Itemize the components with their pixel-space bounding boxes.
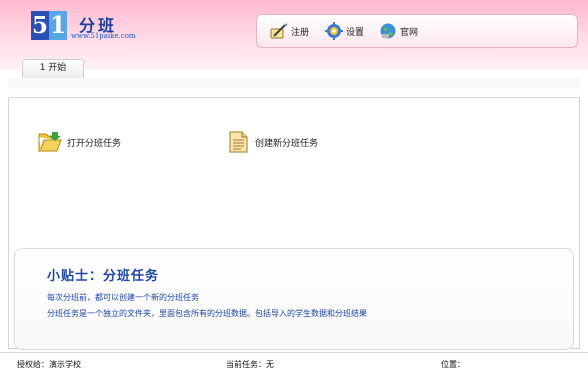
create-task-button[interactable]: 创建新分班任务: [226, 129, 318, 155]
logo-digit-1: 1: [49, 11, 67, 40]
tips-title: 小贴士：分班任务: [47, 269, 160, 284]
settings-label: 设置: [346, 27, 365, 38]
open-task-button[interactable]: 打开分班任务: [38, 129, 121, 155]
folder-open-icon: [38, 132, 62, 152]
status-current-task: 当前任务：无: [226, 360, 274, 369]
create-task-label: 创建新分班任务: [255, 138, 319, 149]
register-icon: [270, 23, 287, 39]
official-site-button[interactable]: 官网: [379, 22, 418, 40]
register-label: 注册: [291, 27, 310, 38]
logo-url: www.51paike.com: [71, 32, 136, 40]
top-toolbar: 注册 设置 官网: [256, 14, 578, 48]
app-logo: 5 1 分班 www.51paike.com: [31, 11, 151, 43]
register-button[interactable]: 注册: [270, 22, 309, 40]
tips-line-1: 每次分班前，都可以创建一个新的分班任务: [47, 293, 199, 302]
tips-line-2: 分班任务是一个独立的文件夹，里面包含所有的分班数据。包括导入的学生数据和分班结果: [47, 309, 367, 318]
status-bar: 授权给：演示学校 当前任务：无 位置：: [0, 352, 588, 383]
status-licensed: 授权给：演示学校: [17, 360, 81, 369]
gear-icon: [325, 22, 343, 40]
panel-header-band: [8, 78, 580, 98]
tab-bar: 1 开始: [8, 59, 580, 79]
tab-start[interactable]: 1 开始: [22, 59, 84, 79]
logo-digit-5: 5: [31, 11, 49, 40]
status-location: 位置：: [441, 360, 465, 369]
globe-icon: [380, 23, 396, 39]
open-task-label: 打开分班任务: [67, 138, 122, 149]
settings-button[interactable]: 设置: [325, 22, 364, 40]
tips-box: 小贴士：分班任务 每次分班前，都可以创建一个新的分班任务 分班任务是一个独立的文…: [14, 248, 574, 350]
document-icon: [229, 131, 248, 153]
official-site-label: 官网: [400, 27, 419, 38]
